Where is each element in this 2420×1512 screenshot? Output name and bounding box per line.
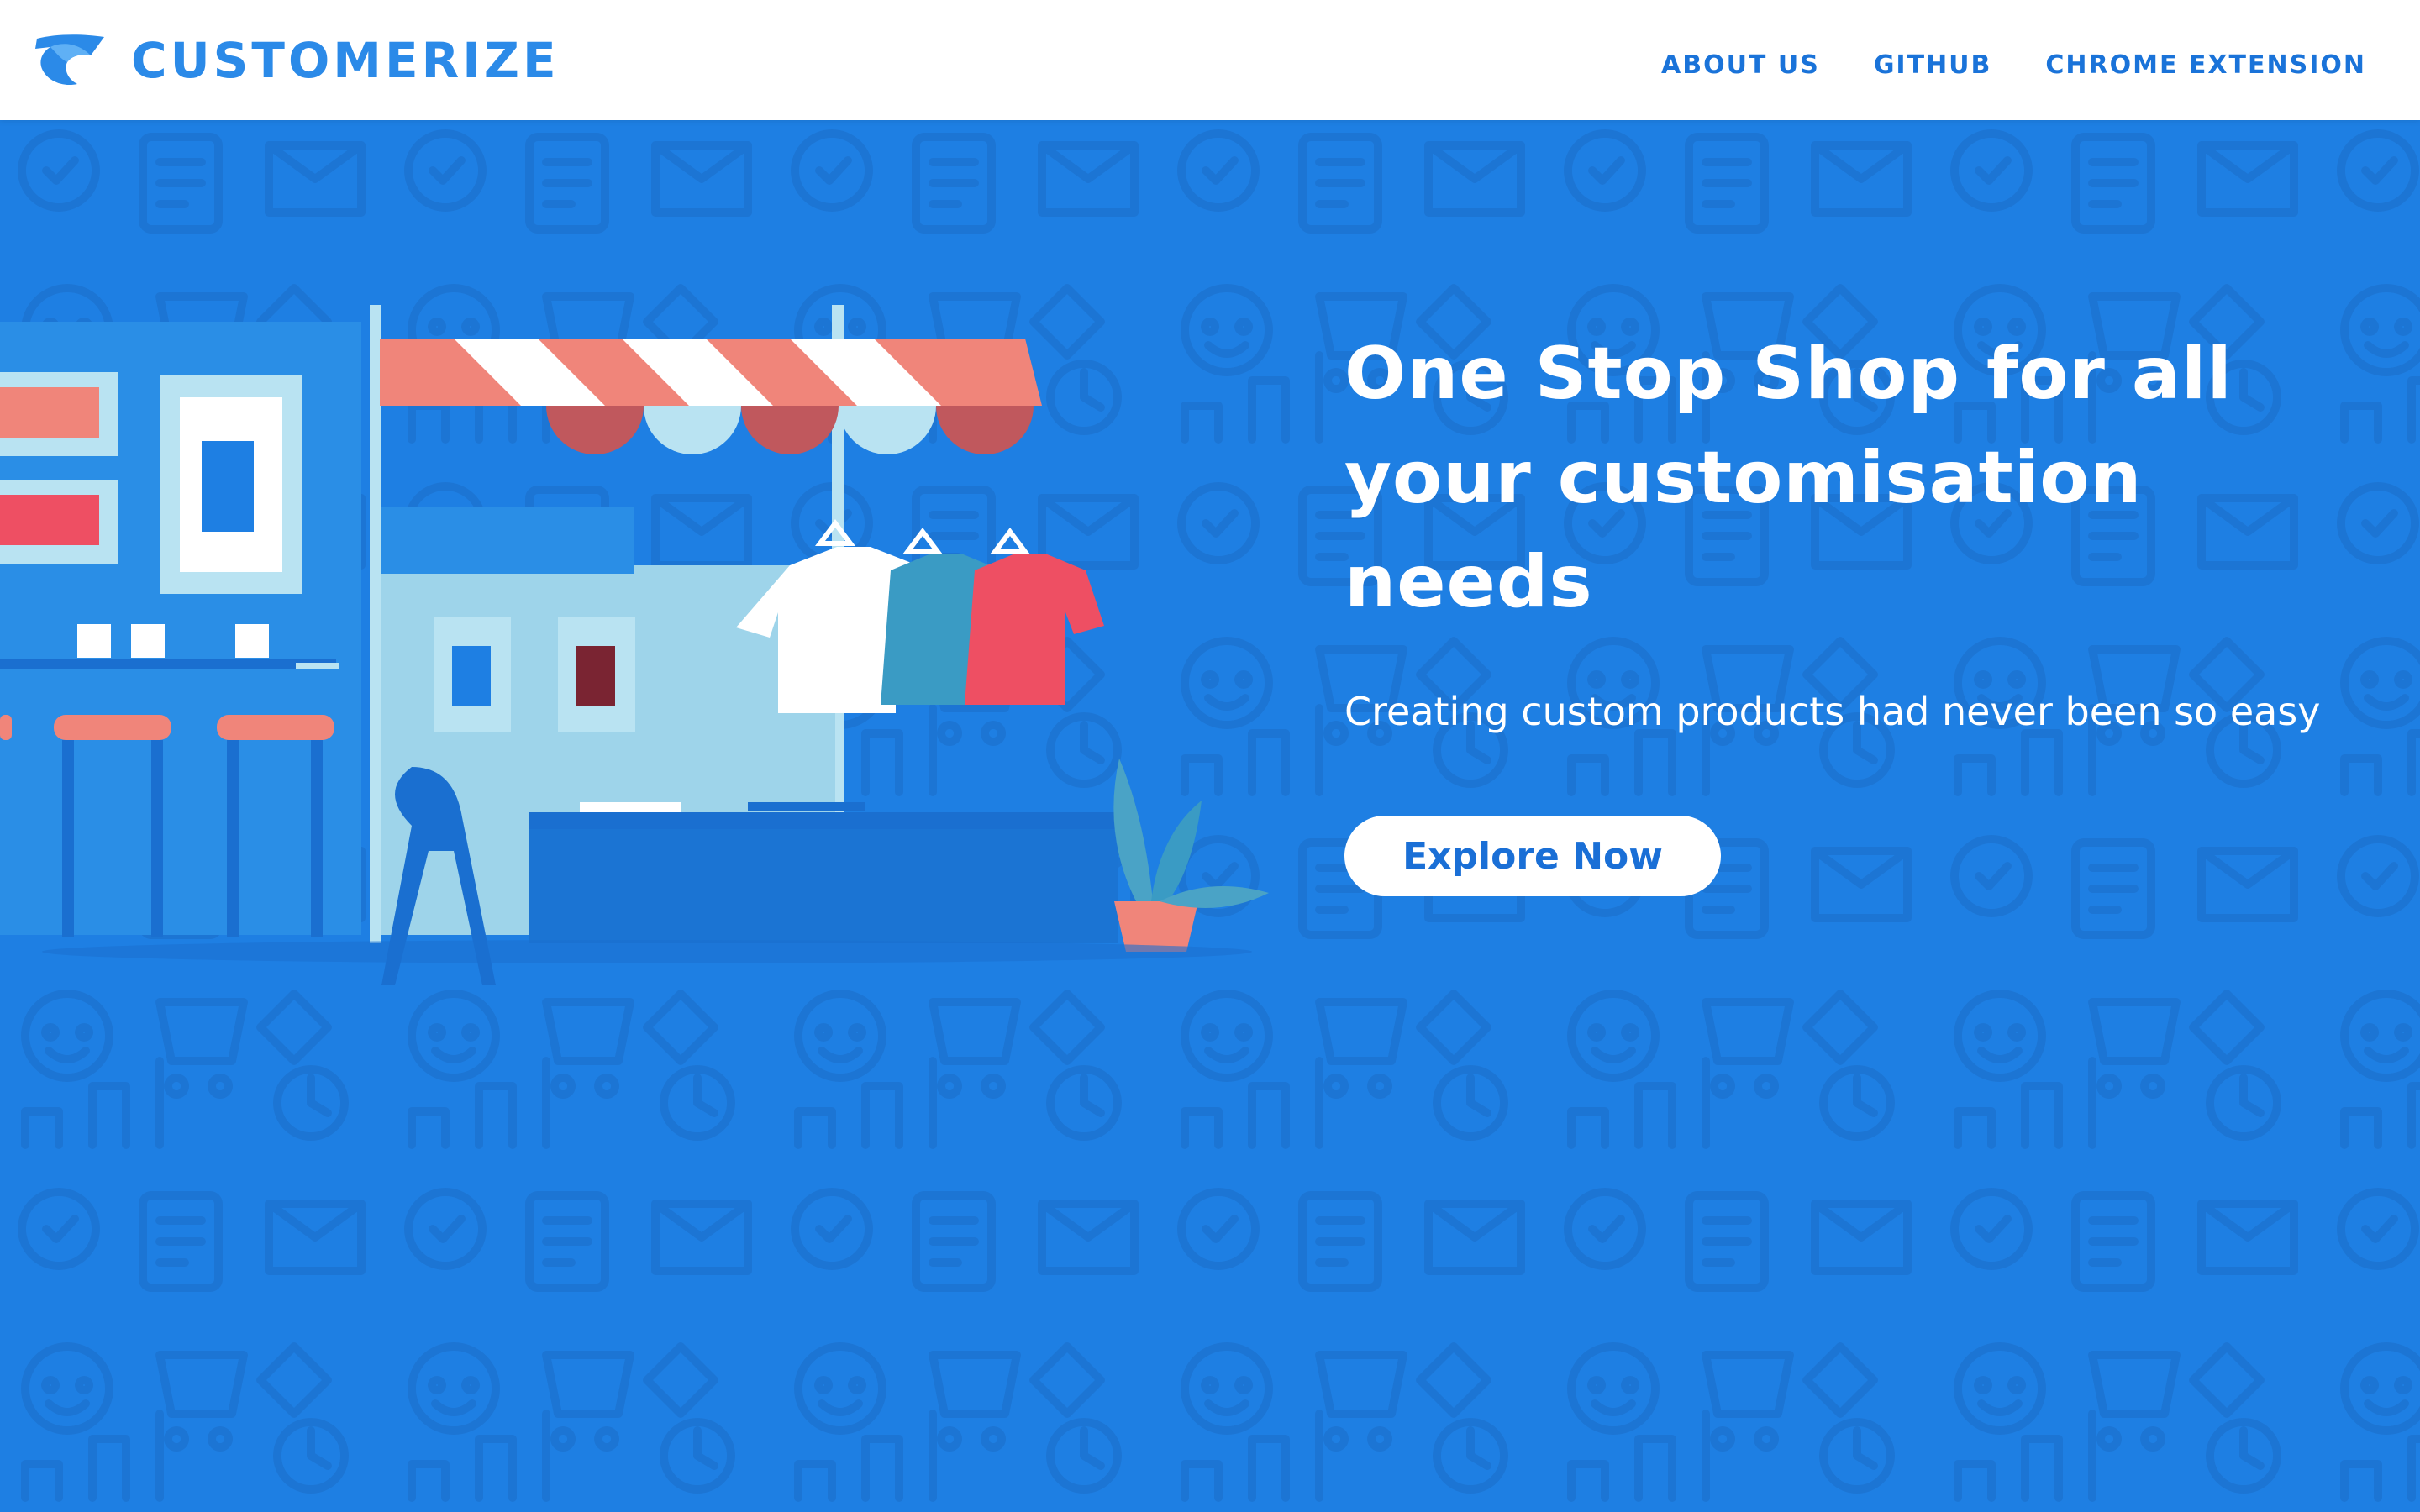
hero-copy: One Stop Shop for all your customisation… <box>1344 322 2403 896</box>
nav-link-chrome-extension[interactable]: CHROME EXTENSION <box>2045 40 2366 80</box>
hero-section: One Stop Shop for all your customisation… <box>0 120 2420 1512</box>
hero-headline: One Stop Shop for all your customisation… <box>1344 332 2233 624</box>
brand-name: CUSTOMERIZE <box>131 31 560 89</box>
main-nav: ABOUT US GITHUB CHROME EXTENSION <box>1661 0 2366 120</box>
brand-home-link[interactable]: CUSTOMERIZE <box>30 30 560 91</box>
storefront-illustration <box>0 305 1269 985</box>
hero-subheadline: Creating custom products had never been … <box>1344 689 2321 734</box>
customerize-logo-icon <box>35 34 104 85</box>
top-navigation-bar: CUSTOMERIZE ABOUT US GITHUB CHROME EXTEN… <box>0 0 2420 120</box>
nav-link-about-us[interactable]: ABOUT US <box>1661 40 1820 80</box>
nav-link-github[interactable]: GITHUB <box>1874 40 1992 80</box>
explore-now-button[interactable]: Explore Now <box>1344 816 1721 896</box>
